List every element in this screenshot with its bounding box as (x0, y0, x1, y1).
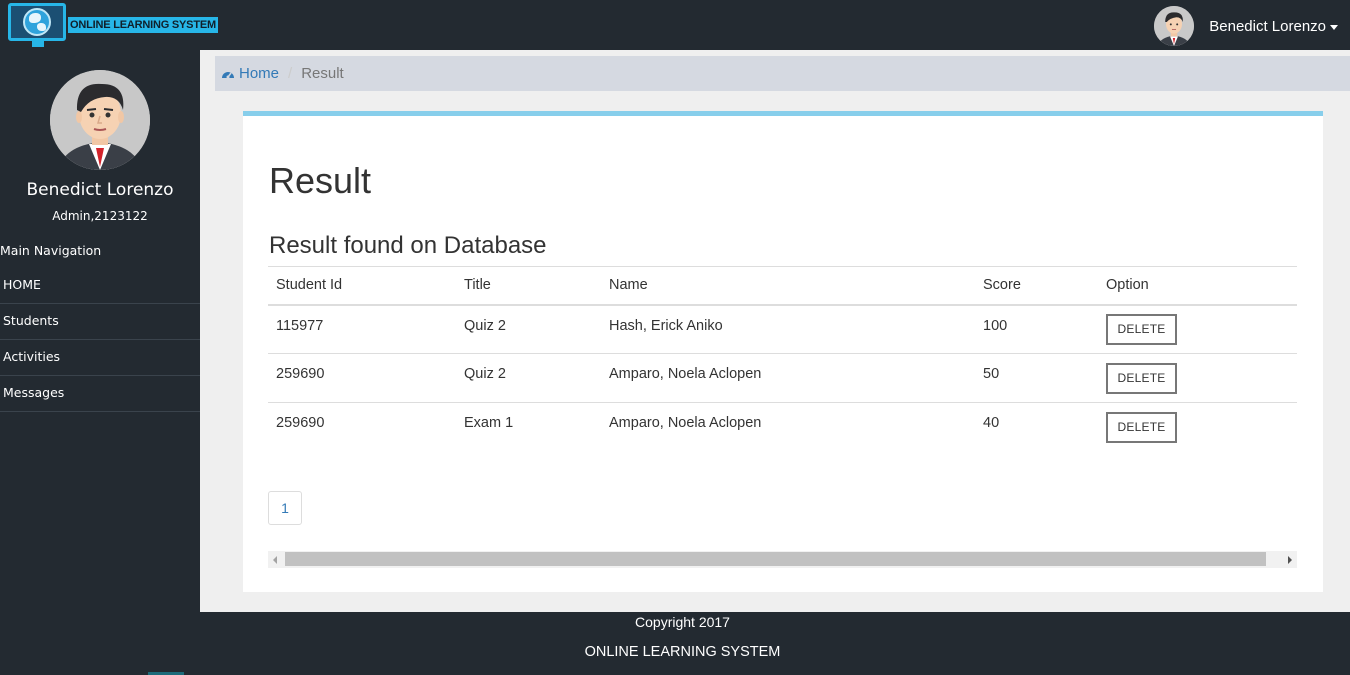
cell-option: DELETE (1098, 402, 1297, 452)
delete-button[interactable]: DELETE (1106, 362, 1177, 394)
top-navbar: ONLINE LEARNING SYSTEM Benedict Lorenzo (0, 0, 1350, 50)
cell-title: Exam 1 (456, 402, 601, 452)
breadcrumb-separator: / (288, 65, 293, 82)
footer-copyright: Copyright 2017 (635, 614, 730, 630)
breadcrumb-current: Result (301, 65, 344, 82)
user-avatar-icon (1154, 6, 1195, 46)
column-header-option: Option (1098, 266, 1297, 306)
user-avatar-icon (50, 70, 150, 170)
brand-name: ONLINE LEARNING SYSTEM (68, 17, 218, 33)
scroll-right-icon[interactable] (1288, 556, 1292, 564)
cell-score: 100 (975, 304, 1098, 354)
cell-title: Quiz 2 (456, 304, 601, 354)
monitor-stand (32, 41, 44, 47)
column-header-score: Score (975, 266, 1098, 306)
cell-student-id: 259690 (268, 402, 456, 452)
results-table: Student Id Title Name Score Option 11597… (268, 266, 1297, 452)
cell-option: DELETE (1098, 304, 1297, 354)
cell-name: Hash, Erick Aniko (601, 304, 975, 354)
profile-role: Admin,2123122 (52, 209, 148, 223)
breadcrumb: Home / Result (215, 56, 1350, 91)
table-row: 259690 Quiz 2 Amparo, Noela Aclopen 50 D… (268, 353, 1297, 403)
table-row: 259690 Exam 1 Amparo, Noela Aclopen 40 D… (268, 402, 1297, 452)
footer-title: ONLINE LEARNING SYSTEM (584, 644, 781, 660)
user-menu-dropdown[interactable]: Benedict Lorenzo (1154, 6, 1338, 46)
column-header-student-id: Student Id (268, 266, 456, 306)
sidebar-item-students[interactable]: Students (0, 304, 200, 340)
scroll-left-icon[interactable] (273, 556, 277, 564)
nav-section-title: Main Navigation (0, 243, 102, 258)
sidebar-nav: HOME Students Activities Messages (0, 268, 200, 412)
avatar (1154, 6, 1195, 46)
cell-score: 50 (975, 353, 1098, 403)
horizontal-scrollbar[interactable] (268, 551, 1297, 568)
scrollbar-thumb[interactable] (285, 552, 1266, 566)
cell-student-id: 115977 (268, 304, 456, 354)
pagination-page-1[interactable]: 1 (268, 491, 302, 525)
profile-avatar (50, 70, 150, 170)
brand-logo[interactable]: ONLINE LEARNING SYSTEM (8, 3, 218, 47)
dashboard-icon (222, 71, 234, 78)
table-header-row: Student Id Title Name Score Option (268, 266, 1297, 306)
breadcrumb-home-label: Home (239, 65, 280, 82)
sidebar: Benedict Lorenzo Admin,2123122 Main Navi… (0, 50, 200, 612)
result-panel: Result Result found on Database Student … (243, 111, 1323, 592)
delete-button[interactable]: DELETE (1106, 313, 1177, 345)
cell-score: 40 (975, 402, 1098, 452)
table-row: 115977 Quiz 2 Hash, Erick Aniko 100 DELE… (268, 304, 1297, 354)
column-header-title: Title (456, 266, 601, 306)
sidebar-item-messages[interactable]: Messages (0, 376, 200, 412)
breadcrumb-home-link[interactable]: Home (221, 65, 279, 82)
footer: Copyright 2017 ONLINE LEARNING SYSTEM (0, 612, 1350, 675)
sidebar-item-activities[interactable]: Activities (0, 340, 200, 376)
monitor-globe-icon (8, 3, 66, 41)
cell-option: DELETE (1098, 353, 1297, 403)
section-subtitle: Result found on Database (269, 232, 547, 259)
sidebar-item-home[interactable]: HOME (0, 268, 200, 304)
chevron-down-icon (1330, 24, 1338, 30)
cell-student-id: 259690 (268, 353, 456, 403)
column-header-name: Name (601, 266, 975, 306)
profile-name: Benedict Lorenzo (26, 180, 174, 200)
delete-button[interactable]: DELETE (1106, 411, 1177, 443)
cell-title: Quiz 2 (456, 353, 601, 403)
user-name: Benedict Lorenzo (1209, 17, 1326, 35)
cell-name: Amparo, Noela Aclopen (601, 402, 975, 452)
cell-name: Amparo, Noela Aclopen (601, 353, 975, 403)
page-title: Result (269, 160, 372, 201)
